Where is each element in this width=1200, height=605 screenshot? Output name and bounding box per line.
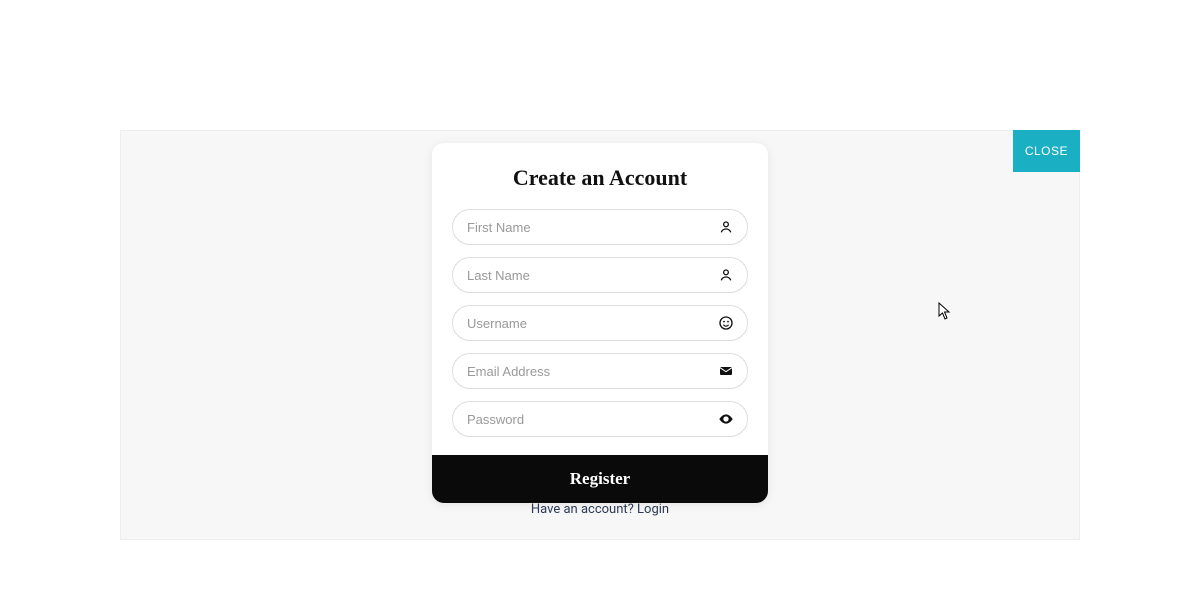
password-input[interactable] bbox=[452, 401, 748, 437]
login-link[interactable]: Login bbox=[637, 502, 669, 517]
email-wrap bbox=[452, 353, 748, 389]
username-input[interactable] bbox=[452, 305, 748, 341]
login-prompt-text: Have an account? bbox=[531, 502, 637, 517]
mail-icon bbox=[718, 363, 734, 379]
form-title: Create an Account bbox=[432, 143, 768, 209]
form-inputs bbox=[432, 209, 768, 437]
person-outline-icon bbox=[718, 219, 734, 235]
email-input[interactable] bbox=[452, 353, 748, 389]
person-outline-icon bbox=[718, 267, 734, 283]
password-wrap bbox=[452, 401, 748, 437]
username-wrap bbox=[452, 305, 748, 341]
first-name-input[interactable] bbox=[452, 209, 748, 245]
login-prompt: Have an account? Login bbox=[531, 502, 669, 517]
register-form-card: Create an Account bbox=[432, 143, 768, 503]
first-name-wrap bbox=[452, 209, 748, 245]
eye-icon[interactable] bbox=[718, 411, 734, 427]
close-button[interactable]: CLOSE bbox=[1013, 130, 1080, 172]
last-name-wrap bbox=[452, 257, 748, 293]
last-name-input[interactable] bbox=[452, 257, 748, 293]
face-icon bbox=[718, 315, 734, 331]
register-button[interactable]: Register bbox=[432, 455, 768, 503]
